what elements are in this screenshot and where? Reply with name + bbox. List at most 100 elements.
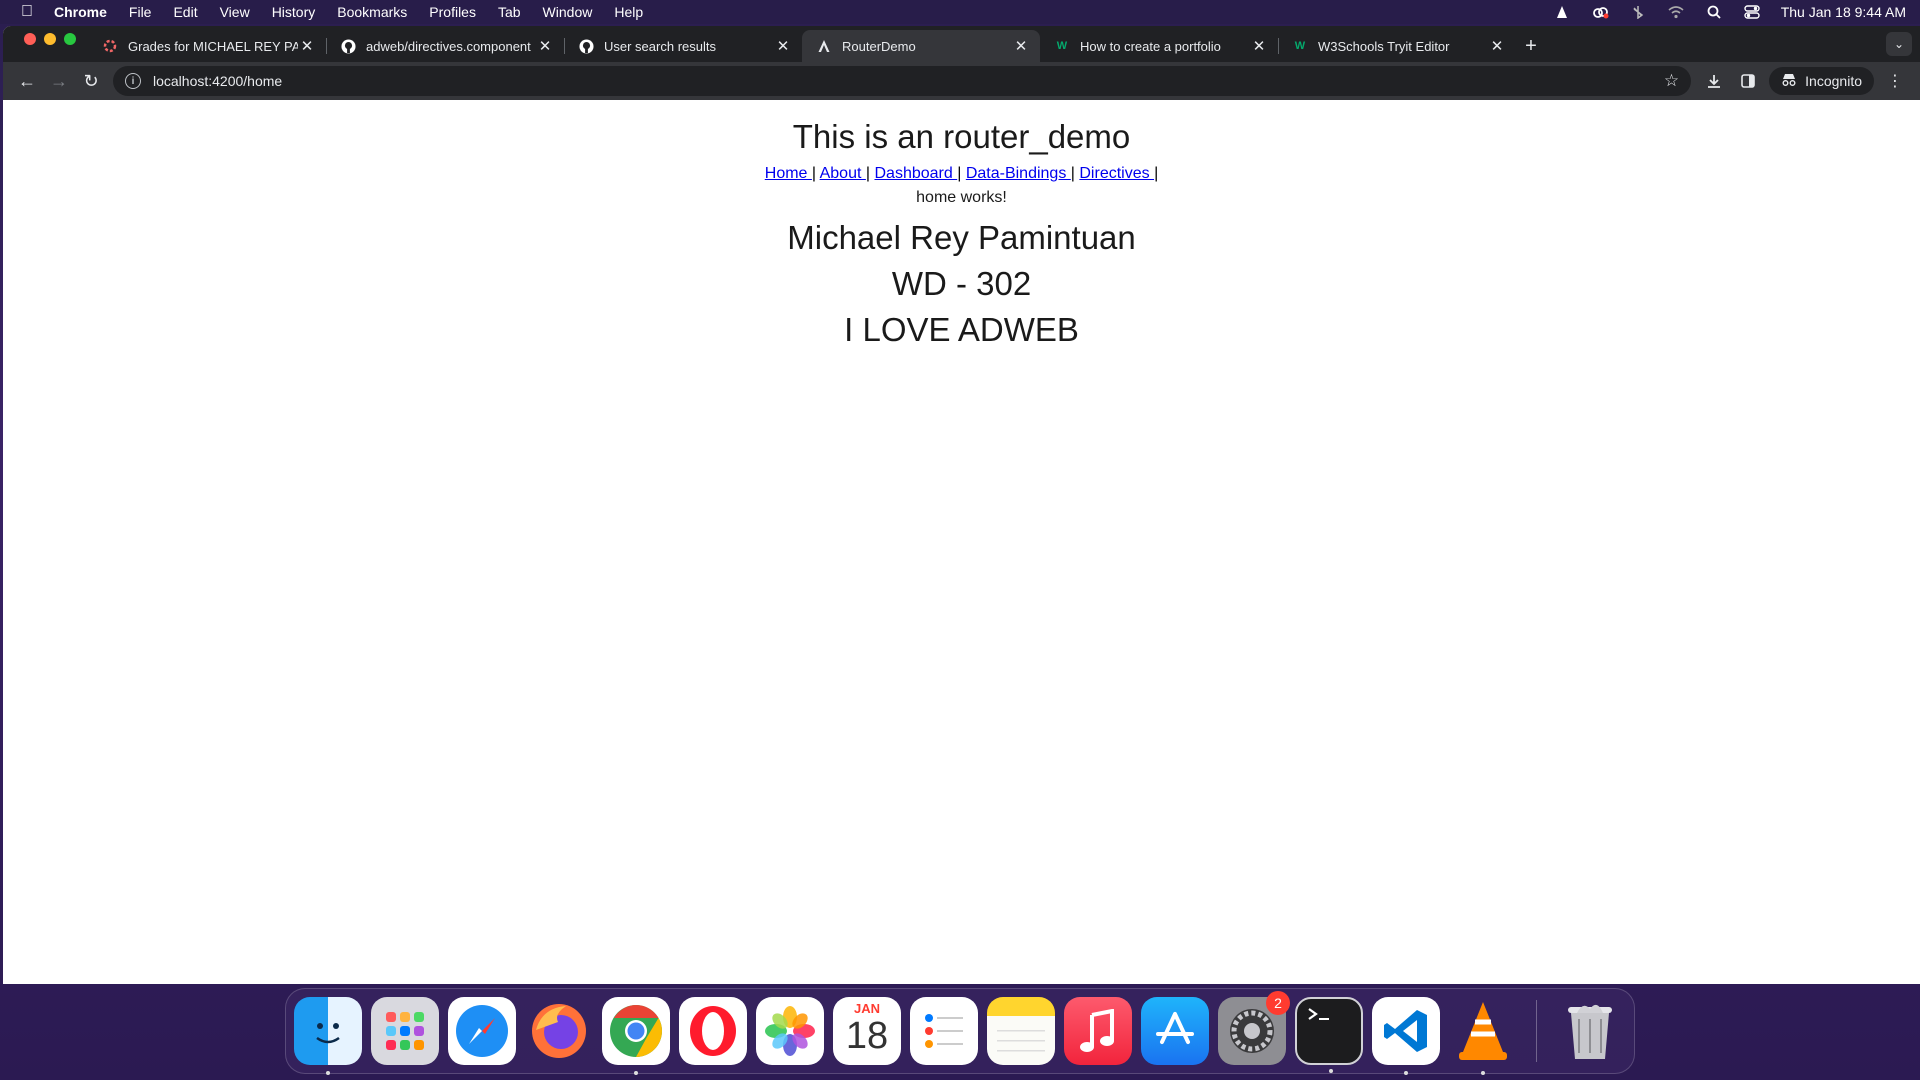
more-menu-icon[interactable]: ⋮ xyxy=(1878,65,1912,97)
home-status-text: home works! xyxy=(916,189,1007,206)
apple-icon[interactable]:  xyxy=(14,3,40,21)
menu-tab[interactable]: Tab xyxy=(498,4,521,20)
spotlight-search-icon[interactable] xyxy=(1705,5,1723,19)
close-window-button[interactable] xyxy=(24,32,36,45)
downloads-icon[interactable] xyxy=(1697,65,1731,97)
close-tab-icon[interactable]: ✕ xyxy=(536,37,554,55)
menu-profiles[interactable]: Profiles xyxy=(429,4,476,20)
message-text: I LOVE ADWEB xyxy=(844,311,1079,348)
menu-app-name[interactable]: Chrome xyxy=(54,4,107,20)
close-tab-icon[interactable]: ✕ xyxy=(774,37,792,55)
new-tab-button[interactable]: + xyxy=(1516,30,1546,62)
nav-separator: | xyxy=(811,165,817,182)
nav-separator: | xyxy=(957,165,962,182)
w3schools-icon: W xyxy=(1294,40,1306,52)
tab-title: Grades for MICHAEL REY PAMINTUAN xyxy=(128,38,298,54)
close-tab-icon[interactable]: ✕ xyxy=(1012,37,1030,55)
nav-link-data-bindings[interactable]: Data-Bindings xyxy=(966,165,1071,182)
menubar-clock[interactable]: Thu Jan 18 9:44 AM xyxy=(1781,4,1906,20)
window-controls xyxy=(3,32,88,56)
menu-edit[interactable]: Edit xyxy=(173,4,197,20)
github-icon xyxy=(340,38,356,54)
tab-title: How to create a portfolio xyxy=(1080,38,1221,54)
vlc-status-icon[interactable] xyxy=(1553,5,1571,19)
fullscreen-window-button[interactable] xyxy=(64,32,76,45)
terminal-icon[interactable] xyxy=(1295,997,1363,1073)
terminal-prompt-glyph xyxy=(1307,1007,1333,1028)
tab-routerdemo[interactable]: RouterDemo ✕ xyxy=(802,30,1040,62)
vscode-icon[interactable] xyxy=(1372,997,1440,1075)
firefox-icon[interactable] xyxy=(525,997,593,1065)
finder-icon[interactable] xyxy=(294,997,362,1075)
menu-bookmarks[interactable]: Bookmarks xyxy=(337,4,407,20)
music-icon[interactable] xyxy=(1064,997,1132,1065)
bookmark-star-icon[interactable]: ☆ xyxy=(1664,71,1679,91)
student-name: Michael Rey Pamintuan xyxy=(787,219,1136,256)
incognito-profile-button[interactable]: Incognito xyxy=(1769,67,1874,95)
wifi-icon[interactable] xyxy=(1667,5,1685,19)
reminders-icon[interactable] xyxy=(910,997,978,1065)
control-center-icon[interactable] xyxy=(1743,5,1761,19)
address-bar[interactable]: i localhost:4200/home ☆ xyxy=(113,66,1692,96)
tab-portfolio[interactable]: W How to create a portfolio ✕ xyxy=(1040,30,1278,62)
canvas-icon xyxy=(102,38,118,54)
chrome-icon[interactable] xyxy=(602,997,670,1075)
notification-badge: 2 xyxy=(1266,991,1290,1015)
browser-window: Grades for MICHAEL REY PAMINTUAN ✕ adweb… xyxy=(3,26,1920,984)
tab-title: User search results xyxy=(604,38,716,54)
menu-window[interactable]: Window xyxy=(543,4,593,20)
safari-icon[interactable] xyxy=(448,997,516,1065)
tab-user-search[interactable]: User search results ✕ xyxy=(564,30,802,62)
menu-bar:  Chrome File Edit View History Bookmark… xyxy=(0,0,1920,24)
menu-file[interactable]: File xyxy=(129,4,152,20)
github-icon xyxy=(578,38,594,54)
nav-separator: | xyxy=(1154,165,1159,182)
tab-title: W3Schools Tryit Editor xyxy=(1318,38,1450,54)
tab-search-icon[interactable]: ⌄ xyxy=(1886,32,1912,56)
menu-view[interactable]: View xyxy=(220,4,250,20)
close-tab-icon[interactable]: ✕ xyxy=(1250,37,1268,55)
back-button[interactable]: ← xyxy=(11,65,43,97)
dock-separator xyxy=(1536,1000,1537,1062)
browser-toolbar: ← → ↻ i localhost:4200/home ☆ Incognito … xyxy=(3,62,1920,100)
tab-grades[interactable]: Grades for MICHAEL REY PAMINTUAN ✕ xyxy=(88,30,326,62)
opera-icon[interactable] xyxy=(679,997,747,1065)
tab-strip: Grades for MICHAEL REY PAMINTUAN ✕ adweb… xyxy=(3,26,1920,62)
incognito-label: Incognito xyxy=(1805,73,1862,89)
menu-help[interactable]: Help xyxy=(614,4,643,20)
photos-icon[interactable] xyxy=(756,997,824,1065)
system-settings-icon[interactable]: 2 xyxy=(1218,991,1290,1065)
menu-history[interactable]: History xyxy=(272,4,316,20)
site-info-icon[interactable]: i xyxy=(125,73,141,89)
page-title: This is an router_demo xyxy=(792,118,1131,155)
calendar-month: JAN xyxy=(853,1001,880,1016)
tab-directives-component[interactable]: adweb/directives.component ✕ xyxy=(326,30,564,62)
w3schools-icon: W xyxy=(1056,40,1068,52)
nav-link-home[interactable]: Home xyxy=(765,165,812,182)
minimize-window-button[interactable] xyxy=(44,32,56,45)
url-text[interactable]: localhost:4200/home xyxy=(153,73,1664,89)
notes-icon[interactable] xyxy=(987,997,1055,1065)
vlc-icon[interactable] xyxy=(1449,997,1517,1075)
nav-link-about[interactable]: About xyxy=(820,165,866,182)
tab-tryit-editor[interactable]: W W3Schools Tryit Editor ✕ xyxy=(1278,30,1516,62)
router-nav: Home | About | Dashboard | Data-Bindings… xyxy=(3,164,1920,184)
trash-icon[interactable] xyxy=(1556,997,1624,1065)
calendar-day: 18 xyxy=(845,1015,889,1057)
tab-title: RouterDemo xyxy=(842,38,916,54)
bluetooth-off-icon[interactable] xyxy=(1629,5,1647,19)
nav-link-dashboard[interactable]: Dashboard xyxy=(874,165,957,182)
side-panel-icon[interactable] xyxy=(1731,65,1765,97)
reload-button[interactable]: ↻ xyxy=(75,65,107,97)
nav-separator: | xyxy=(1070,165,1075,182)
creative-cloud-icon[interactable] xyxy=(1591,5,1609,19)
forward-button[interactable]: → xyxy=(43,65,75,97)
close-tab-icon[interactable]: ✕ xyxy=(1488,37,1506,55)
app-store-icon[interactable] xyxy=(1141,997,1209,1065)
nav-link-directives[interactable]: Directives xyxy=(1079,165,1154,182)
dock: JAN 18 2 xyxy=(285,988,1635,1075)
close-tab-icon[interactable]: ✕ xyxy=(298,37,316,55)
nav-separator: | xyxy=(865,165,871,182)
launchpad-icon[interactable] xyxy=(371,997,439,1065)
calendar-icon[interactable]: JAN 18 xyxy=(833,997,901,1065)
